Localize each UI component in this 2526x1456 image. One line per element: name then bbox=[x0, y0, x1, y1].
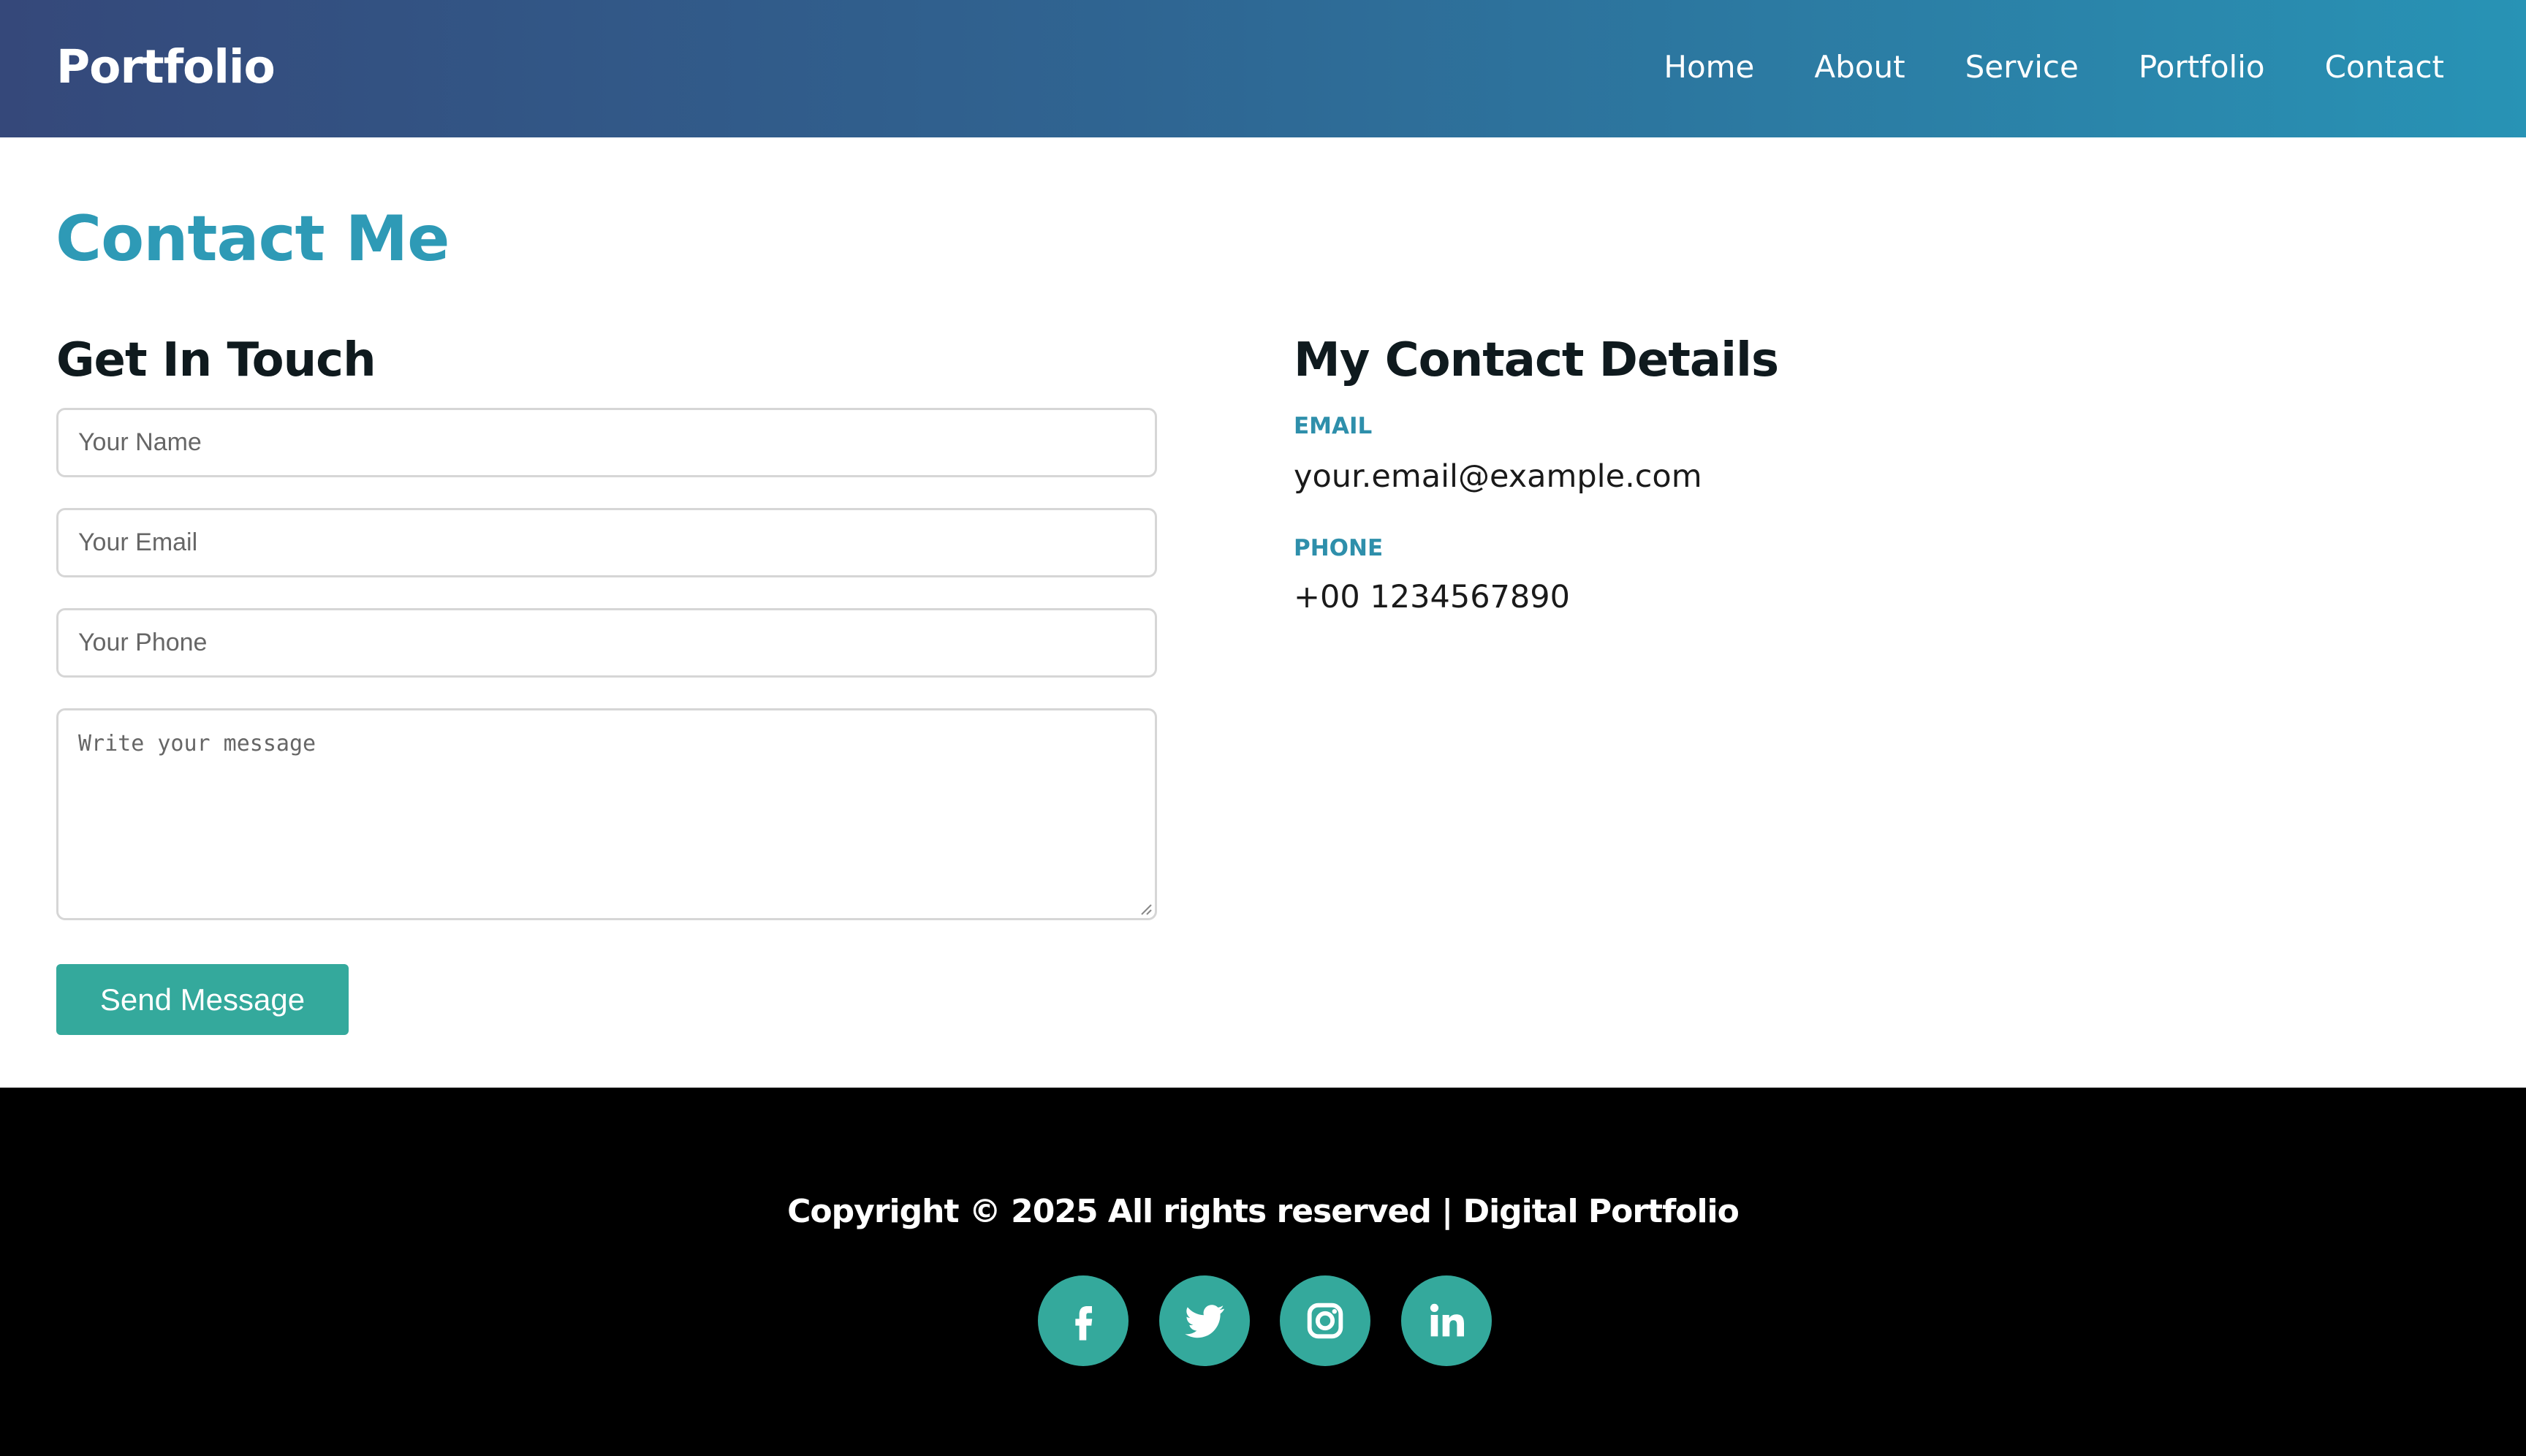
name-input[interactable]: Your Name bbox=[56, 408, 1157, 477]
linkedin-icon bbox=[1430, 1303, 1464, 1337]
send-message-button[interactable]: Send Message bbox=[56, 964, 349, 1035]
twitter-link[interactable] bbox=[1159, 1275, 1250, 1366]
resize-grip-icon[interactable] bbox=[1137, 900, 1152, 915]
name-placeholder: Your Name bbox=[78, 428, 202, 456]
details-heading: My Contact Details bbox=[1294, 333, 1779, 387]
phone-input[interactable]: Your Phone bbox=[56, 608, 1157, 678]
phone-value: +00 1234567890 bbox=[1294, 579, 1570, 615]
main-nav: Home About Service Portfolio Contact bbox=[1664, 44, 2444, 91]
email-value: your.email@example.com bbox=[1294, 458, 1702, 495]
nav-item-about[interactable]: About bbox=[1814, 44, 1905, 91]
site-logo[interactable]: Portfolio bbox=[56, 37, 276, 98]
phone-label: PHONE bbox=[1294, 535, 1384, 561]
email-placeholder: Your Email bbox=[78, 528, 198, 556]
instagram-icon bbox=[1307, 1303, 1343, 1339]
email-label: EMAIL bbox=[1294, 413, 1373, 439]
email-input[interactable]: Your Email bbox=[56, 508, 1157, 577]
nav-item-home[interactable]: Home bbox=[1664, 44, 1754, 91]
nav-item-service[interactable]: Service bbox=[1965, 44, 2079, 91]
linkedin-link[interactable] bbox=[1401, 1275, 1492, 1366]
copyright-text: Copyright © 2025 All rights reserved | D… bbox=[787, 1193, 1740, 1230]
facebook-icon bbox=[1075, 1306, 1093, 1341]
message-placeholder: Write your message bbox=[78, 731, 316, 757]
phone-placeholder: Your Phone bbox=[78, 629, 208, 656]
facebook-link[interactable] bbox=[1038, 1275, 1129, 1366]
site-footer bbox=[0, 1088, 2526, 1456]
form-heading: Get In Touch bbox=[56, 333, 376, 387]
twitter-icon bbox=[1185, 1305, 1224, 1338]
instagram-link[interactable] bbox=[1280, 1275, 1370, 1366]
nav-item-contact[interactable]: Contact bbox=[2325, 44, 2444, 91]
site-header: Portfolio Home About Service Portfolio C… bbox=[0, 0, 2526, 137]
message-textarea[interactable]: Write your message bbox=[56, 708, 1157, 920]
nav-item-portfolio[interactable]: Portfolio bbox=[2139, 44, 2265, 91]
page-title: Contact Me bbox=[56, 202, 450, 276]
